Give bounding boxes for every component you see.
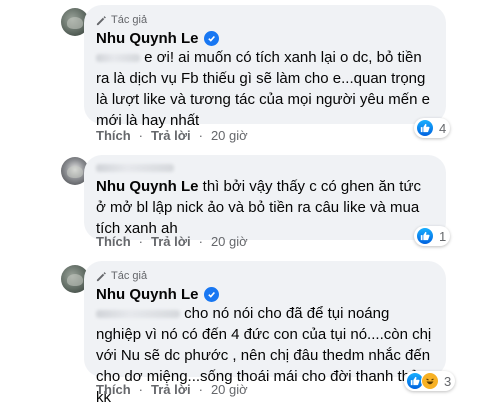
like-button[interactable]: Thích — [96, 382, 131, 397]
comment-text-container: Nhu Quynh Le thì bởi vậy thấy c có ghen … — [96, 176, 434, 239]
reaction-summary[interactable]: 4 — [414, 118, 451, 138]
comment-3: Tác giả Nhu Quynh Le cho nó nói cho đã đ… — [0, 258, 496, 406]
reaction-count: 4 — [439, 120, 447, 136]
like-reaction-icon — [416, 119, 434, 137]
comment-text-container: e ơi! ai muốn có tích xanh lại o dc, bỏ … — [96, 47, 434, 131]
comment-2: Nhu Quynh Le thì bởi vậy thấy c có ghen … — [0, 150, 496, 260]
separator: · — [198, 234, 203, 249]
comment-bubble: Nhu Quynh Le thì bởi vậy thấy c có ghen … — [84, 155, 446, 240]
timestamp[interactable]: 20 giờ — [211, 234, 248, 249]
redacted-commenter-name — [96, 164, 174, 172]
comment-bubble: Tác giả Nhu Quynh Le e ơi! ai muốn có tí… — [84, 5, 446, 129]
author-badge: Tác giả — [96, 269, 434, 283]
pencil-icon — [96, 15, 106, 25]
like-reaction-icon — [416, 227, 434, 245]
comment-bubble: Tác giả Nhu Quynh Le cho nó nói cho đã đ… — [84, 261, 446, 406]
like-button[interactable]: Thích — [96, 128, 131, 143]
comment-text: e ơi! ai muốn có tích xanh lại o dc, bỏ … — [96, 49, 430, 129]
verified-badge-icon — [203, 31, 219, 46]
reaction-count: 1 — [439, 228, 447, 244]
redacted-text — [96, 54, 140, 63]
separator: · — [138, 382, 144, 397]
comment-1: Tác giả Nhu Quynh Le e ơi! ai muốn có tí… — [0, 0, 496, 150]
redacted-text — [96, 310, 180, 319]
author-name[interactable]: Nhu Quynh Le — [96, 286, 199, 303]
reply-button[interactable]: Trả lời — [151, 234, 191, 249]
haha-reaction-icon — [421, 372, 439, 390]
like-button[interactable]: Thích — [96, 234, 131, 249]
reaction-count: 3 — [444, 373, 452, 389]
verified-badge-icon — [203, 287, 219, 302]
comment-actions: Thích · Trả lời · 20 giờ — [96, 234, 248, 249]
author-badge-label: Tác giả — [111, 14, 148, 26]
reply-button[interactable]: Trả lời — [151, 128, 191, 143]
separator: · — [138, 128, 144, 143]
author-badge-label: Tác giả — [111, 270, 148, 282]
separator: · — [198, 382, 203, 397]
author-name[interactable]: Nhu Quynh Le — [96, 30, 199, 47]
timestamp[interactable]: 20 giờ — [211, 382, 248, 397]
pencil-icon — [96, 271, 106, 281]
author-badge: Tác giả — [96, 13, 434, 27]
reaction-summary[interactable]: 1 — [414, 226, 451, 246]
comment-actions: Thích · Trả lời · 20 giờ — [96, 128, 248, 143]
comment-actions: Thích · Trả lời · 20 giờ — [96, 382, 248, 397]
reaction-summary[interactable]: 3 — [404, 371, 456, 391]
mention-link[interactable]: Nhu Quynh Le — [96, 178, 199, 195]
separator: · — [198, 128, 203, 143]
timestamp[interactable]: 20 giờ — [211, 128, 248, 143]
reply-button[interactable]: Trả lời — [151, 382, 191, 397]
separator: · — [138, 234, 144, 249]
